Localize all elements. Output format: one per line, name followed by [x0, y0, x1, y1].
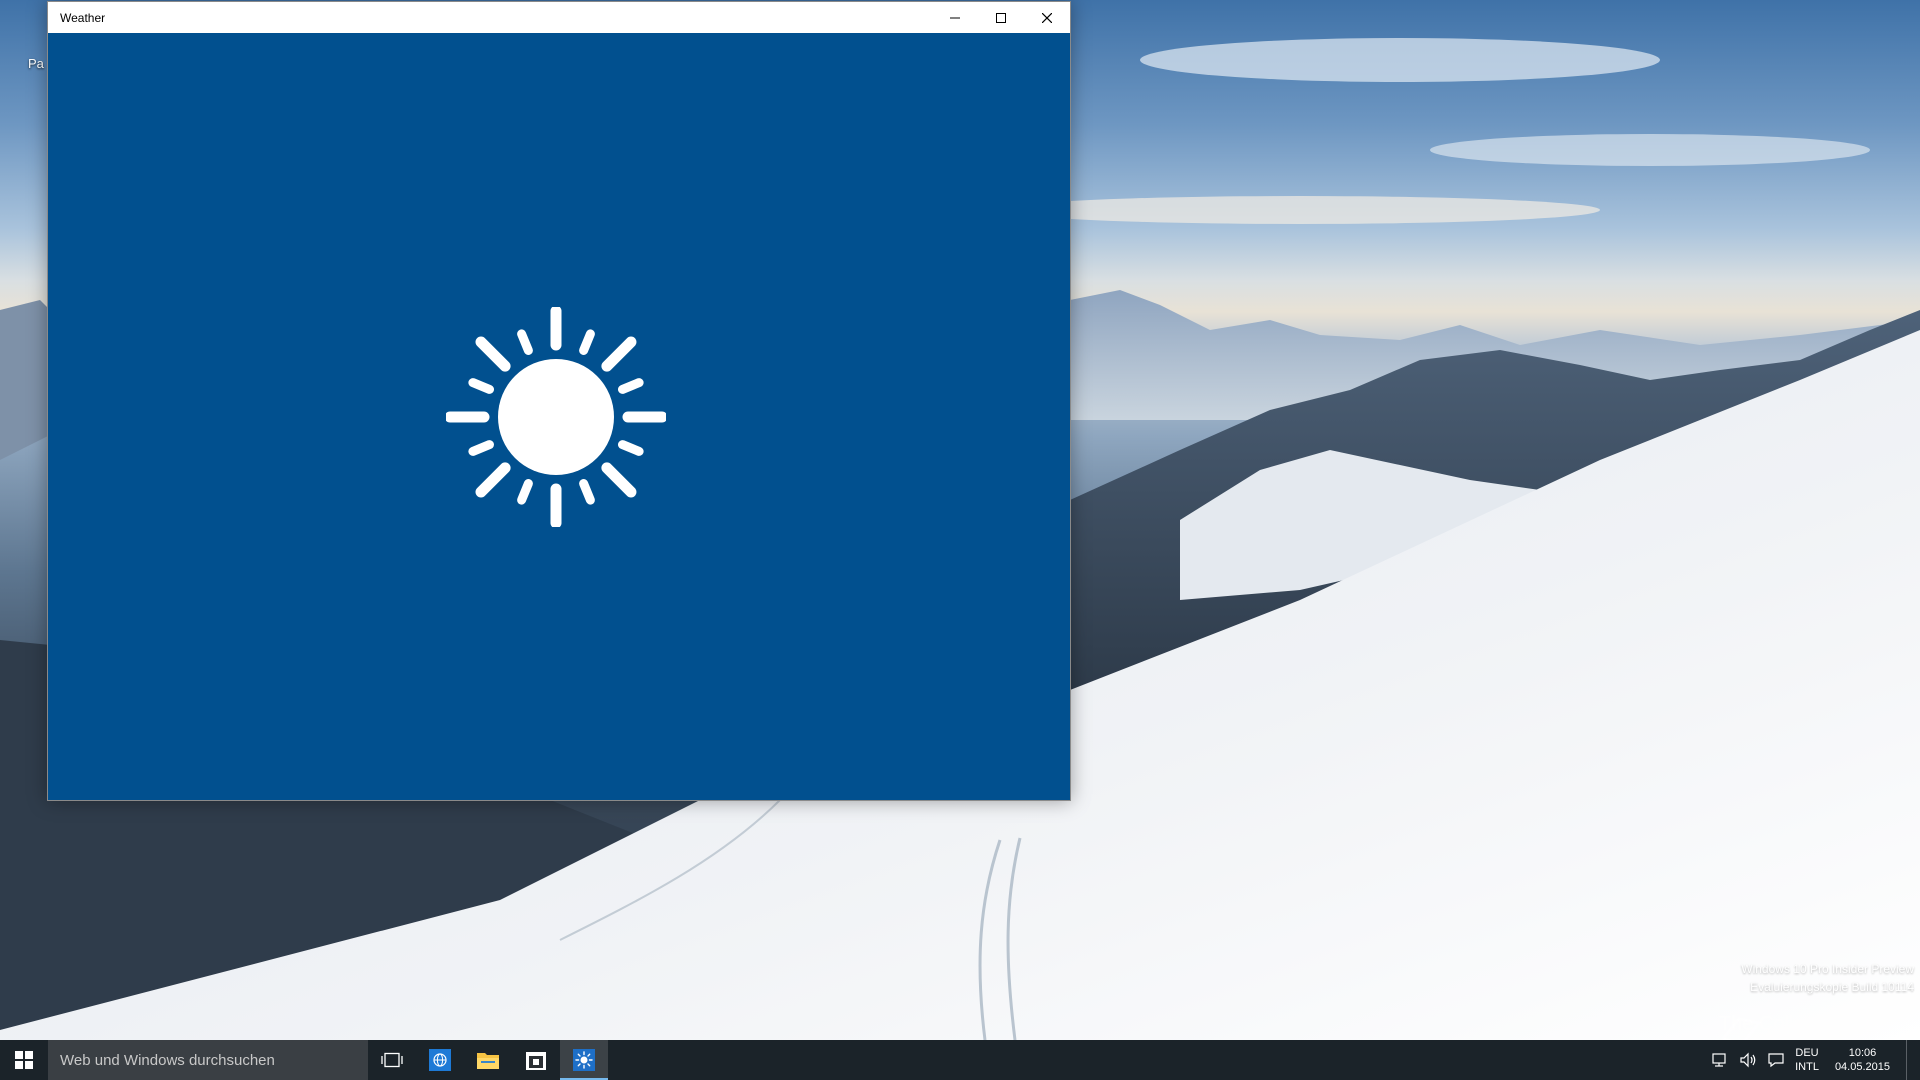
sun-ray	[468, 440, 494, 456]
task-view-button[interactable]	[368, 1040, 416, 1080]
clock-date: 04.05.2015	[1834, 1061, 1890, 1073]
windows-logo-icon	[15, 1051, 33, 1069]
message-icon	[1768, 1053, 1784, 1068]
close-button[interactable]	[1024, 2, 1070, 33]
sun-ray	[475, 336, 511, 372]
taskbar-browser[interactable]	[416, 1040, 464, 1080]
network-icon	[1712, 1053, 1726, 1067]
sun-ray	[579, 329, 595, 355]
taskbar-weather[interactable]	[560, 1040, 608, 1080]
folder-icon	[477, 1053, 499, 1069]
speaker-icon	[1740, 1052, 1756, 1068]
sun-icon	[573, 1049, 595, 1071]
window-titlebar[interactable]: Weather	[48, 2, 1070, 33]
search-placeholder: Web und Windows durchsuchen	[60, 1051, 275, 1069]
search-box[interactable]: Web und Windows durchsuchen	[48, 1040, 368, 1080]
taskbar-spacer	[608, 1040, 1711, 1080]
build-watermark: Windows 10 Pro Insider Preview Evaluieru…	[1741, 960, 1914, 996]
window-title: Weather	[60, 10, 106, 25]
tray-network-button[interactable]	[1711, 1052, 1729, 1068]
sun-ray	[618, 440, 644, 456]
weather-splash-screen	[48, 33, 1070, 800]
sun-ray	[517, 479, 533, 505]
watermark-line-2: Evaluierungskopie Build 10114	[1750, 980, 1914, 994]
tray-volume-button[interactable]	[1739, 1052, 1757, 1068]
input-language-button[interactable]: DEU INTL	[1795, 1046, 1819, 1074]
globe-icon	[429, 1049, 451, 1071]
language-code: DEU	[1795, 1047, 1819, 1059]
sun-icon	[446, 307, 666, 527]
sun-ray	[601, 462, 637, 498]
tray-notifications-button[interactable]	[1767, 1052, 1785, 1068]
close-icon	[1042, 12, 1052, 23]
task-view-icon	[381, 1052, 403, 1068]
taskbar-store[interactable]	[512, 1040, 560, 1080]
clock-button[interactable]: 10:06 04.05.2015	[1829, 1046, 1896, 1074]
taskbar: Web und Windows durchsuchen DEU INTL 10:…	[0, 1040, 1920, 1080]
start-button[interactable]	[0, 1040, 48, 1080]
sun-ray	[579, 479, 595, 505]
sun-ray	[601, 336, 637, 372]
sun-ray	[517, 329, 533, 355]
maximize-button[interactable]	[978, 2, 1024, 33]
maximize-icon	[996, 12, 1006, 23]
weather-window[interactable]: Weather	[47, 1, 1071, 801]
system-tray: DEU INTL 10:06 04.05.2015	[1711, 1040, 1920, 1080]
sun-ray	[468, 378, 494, 394]
desktop-icon-label[interactable]: Pa	[28, 56, 44, 71]
taskbar-file-explorer[interactable]	[464, 1040, 512, 1080]
clock-time: 10:06	[1848, 1047, 1877, 1059]
minimize-icon	[950, 17, 960, 18]
sun-ray	[475, 462, 511, 498]
sun-ray	[618, 378, 644, 394]
minimize-button[interactable]	[932, 2, 978, 33]
watermark-line-1: Windows 10 Pro Insider Preview	[1741, 962, 1914, 976]
show-desktop-button[interactable]	[1906, 1040, 1912, 1080]
keyboard-layout: INTL	[1795, 1061, 1819, 1073]
store-icon	[526, 1052, 546, 1070]
